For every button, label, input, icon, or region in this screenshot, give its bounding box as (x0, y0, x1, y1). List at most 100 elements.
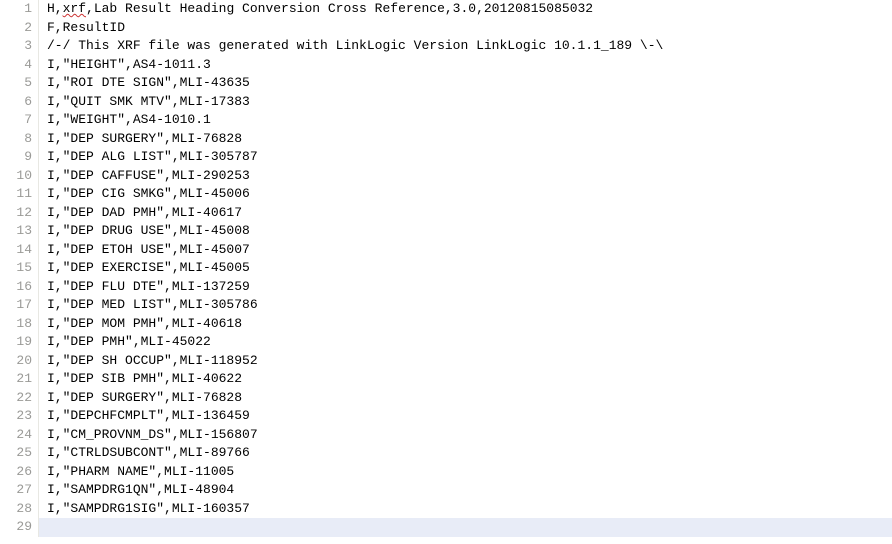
code-token: I,"DEP CAFFUSE",MLI-290253 (47, 168, 250, 183)
code-line[interactable]: 8 I,"DEP SURGERY",MLI-76828 (0, 130, 892, 149)
code-line[interactable]: 2F,ResultID (0, 19, 892, 38)
line-content[interactable]: I,"DEP ALG LIST",MLI-305787 (39, 148, 892, 167)
spell-error-token: xrf (63, 1, 86, 16)
code-line[interactable]: 28 I,"SAMPDRG1SIG",MLI-160357 (0, 500, 892, 519)
line-content[interactable]: I,"DEP DRUG USE",MLI-45008 (39, 222, 892, 241)
line-number: 2 (0, 19, 39, 38)
line-content[interactable]: F,ResultID (39, 19, 892, 38)
code-token: I,"HEIGHT",AS4-1011.3 (47, 57, 211, 72)
line-number: 18 (0, 315, 39, 334)
line-content[interactable]: I,"DEP CAFFUSE",MLI-290253 (39, 167, 892, 186)
code-line[interactable]: 4 I,"HEIGHT",AS4-1011.3 (0, 56, 892, 75)
line-content[interactable]: I,"DEP EXERCISE",MLI-45005 (39, 259, 892, 278)
line-content[interactable]: I,"DEP SH OCCUP",MLI-118952 (39, 352, 892, 371)
code-token: I,"DEP SURGERY",MLI-76828 (47, 390, 242, 405)
line-content[interactable]: I,"CM_PROVNM_DS",MLI-156807 (39, 426, 892, 445)
line-content[interactable]: I,"HEIGHT",AS4-1011.3 (39, 56, 892, 75)
line-number: 12 (0, 204, 39, 223)
code-line[interactable]: 6I,"QUIT SMK MTV",MLI-17383 (0, 93, 892, 112)
line-content[interactable]: I,"DEP SURGERY",MLI-76828 (39, 130, 892, 149)
line-number: 27 (0, 481, 39, 500)
code-token: I,"DEP CIG SMKG",MLI-45006 (47, 186, 250, 201)
code-line[interactable]: 27 I,"SAMPDRG1QN",MLI-48904 (0, 481, 892, 500)
code-line[interactable]: 17I,"DEP MED LIST",MLI-305786 (0, 296, 892, 315)
code-token: I,"DEP DAD PMH",MLI-40617 (47, 205, 242, 220)
line-content[interactable]: I,"DEP MOM PMH",MLI-40618 (39, 315, 892, 334)
code-token: I,"ROI DTE SIGN",MLI-43635 (47, 75, 250, 90)
code-line[interactable]: 3/-/ This XRF file was generated with Li… (0, 37, 892, 56)
line-number: 7 (0, 111, 39, 130)
code-line[interactable]: 9 I,"DEP ALG LIST",MLI-305787 (0, 148, 892, 167)
line-content[interactable]: I,"DEP ETOH USE",MLI-45007 (39, 241, 892, 260)
code-line[interactable]: 5 I,"ROI DTE SIGN",MLI-43635 (0, 74, 892, 93)
line-content[interactable]: I,"PHARM NAME",MLI-11005 (39, 463, 892, 482)
code-line[interactable]: 23I,"DEPCHFCMPLT",MLI-136459 (0, 407, 892, 426)
code-line[interactable]: 20 I,"DEP SH OCCUP",MLI-118952 (0, 352, 892, 371)
line-content[interactable]: I,"QUIT SMK MTV",MLI-17383 (39, 93, 892, 112)
line-number: 4 (0, 56, 39, 75)
line-number: 9 (0, 148, 39, 167)
line-number: 3 (0, 37, 39, 56)
code-token: I,"DEP SH OCCUP",MLI-118952 (47, 353, 258, 368)
line-content[interactable]: I,"WEIGHT",AS4-1010.1 (39, 111, 892, 130)
line-content[interactable]: /-/ This XRF file was generated with Lin… (39, 37, 892, 56)
line-number: 5 (0, 74, 39, 93)
code-line[interactable]: 21 I,"DEP SIB PMH",MLI-40622 (0, 370, 892, 389)
line-content[interactable]: I,"DEP DAD PMH",MLI-40617 (39, 204, 892, 223)
line-number: 21 (0, 370, 39, 389)
line-content[interactable]: I,"ROI DTE SIGN",MLI-43635 (39, 74, 892, 93)
code-token: I,"SAMPDRG1QN",MLI-48904 (47, 482, 234, 497)
line-content[interactable]: I,"DEPCHFCMPLT",MLI-136459 (39, 407, 892, 426)
line-number: 25 (0, 444, 39, 463)
code-line[interactable]: 15I,"DEP EXERCISE",MLI-45005 (0, 259, 892, 278)
code-line[interactable]: 1H,xrf,Lab Result Heading Conversion Cro… (0, 0, 892, 19)
code-token: I,"DEPCHFCMPLT",MLI-136459 (47, 408, 250, 423)
code-token: I,"DEP SURGERY",MLI-76828 (47, 131, 242, 146)
code-line[interactable]: 22I,"DEP SURGERY",MLI-76828 (0, 389, 892, 408)
code-line[interactable]: 12 I,"DEP DAD PMH",MLI-40617 (0, 204, 892, 223)
code-line[interactable]: 13I,"DEP DRUG USE",MLI-45008 (0, 222, 892, 241)
code-line[interactable]: 14I,"DEP ETOH USE",MLI-45007 (0, 241, 892, 260)
code-line[interactable]: 11 I,"DEP CIG SMKG",MLI-45006 (0, 185, 892, 204)
line-content[interactable]: I,"DEP MED LIST",MLI-305786 (39, 296, 892, 315)
line-number: 28 (0, 500, 39, 519)
code-token: I,"SAMPDRG1SIG",MLI-160357 (47, 501, 250, 516)
line-number: 20 (0, 352, 39, 371)
line-content[interactable]: I,"SAMPDRG1QN",MLI-48904 (39, 481, 892, 500)
line-content[interactable]: I,"DEP SURGERY",MLI-76828 (39, 389, 892, 408)
line-content[interactable] (39, 518, 892, 537)
code-token: I,"DEP MOM PMH",MLI-40618 (47, 316, 242, 331)
line-content[interactable]: H,xrf,Lab Result Heading Conversion Cros… (39, 0, 892, 19)
code-line[interactable]: 29 (0, 518, 892, 537)
code-line[interactable]: 24I,"CM_PROVNM_DS",MLI-156807 (0, 426, 892, 445)
code-line[interactable]: 10 I,"DEP CAFFUSE",MLI-290253 (0, 167, 892, 186)
code-token: I,"DEP ALG LIST",MLI-305787 (47, 149, 258, 164)
code-line[interactable]: 25I,"CTRLDSUBCONT",MLI-89766 (0, 444, 892, 463)
code-line[interactable]: 19I,"DEP PMH",MLI-45022 (0, 333, 892, 352)
code-token: I,"PHARM NAME",MLI-11005 (47, 464, 234, 479)
line-number: 24 (0, 426, 39, 445)
line-content[interactable]: I,"DEP FLU DTE",MLI-137259 (39, 278, 892, 297)
line-content[interactable]: I,"SAMPDRG1SIG",MLI-160357 (39, 500, 892, 519)
line-number: 6 (0, 93, 39, 112)
line-number: 13 (0, 222, 39, 241)
line-content[interactable]: I,"DEP SIB PMH",MLI-40622 (39, 370, 892, 389)
code-line[interactable]: 7I,"WEIGHT",AS4-1010.1 (0, 111, 892, 130)
code-line[interactable]: 16I,"DEP FLU DTE",MLI-137259 (0, 278, 892, 297)
line-number: 8 (0, 130, 39, 149)
code-line[interactable]: 26 I,"PHARM NAME",MLI-11005 (0, 463, 892, 482)
line-number: 11 (0, 185, 39, 204)
code-token: H, (47, 1, 63, 16)
line-content[interactable]: I,"DEP CIG SMKG",MLI-45006 (39, 185, 892, 204)
line-number: 17 (0, 296, 39, 315)
line-number: 14 (0, 241, 39, 260)
line-number: 10 (0, 167, 39, 186)
code-editor[interactable]: 1H,xrf,Lab Result Heading Conversion Cro… (0, 0, 892, 544)
line-number: 19 (0, 333, 39, 352)
line-content[interactable]: I,"DEP PMH",MLI-45022 (39, 333, 892, 352)
line-content[interactable]: I,"CTRLDSUBCONT",MLI-89766 (39, 444, 892, 463)
line-number: 26 (0, 463, 39, 482)
code-token: I,"DEP EXERCISE",MLI-45005 (47, 260, 250, 275)
code-token: I,"DEP SIB PMH",MLI-40622 (47, 371, 242, 386)
code-line[interactable]: 18 I,"DEP MOM PMH",MLI-40618 (0, 315, 892, 334)
